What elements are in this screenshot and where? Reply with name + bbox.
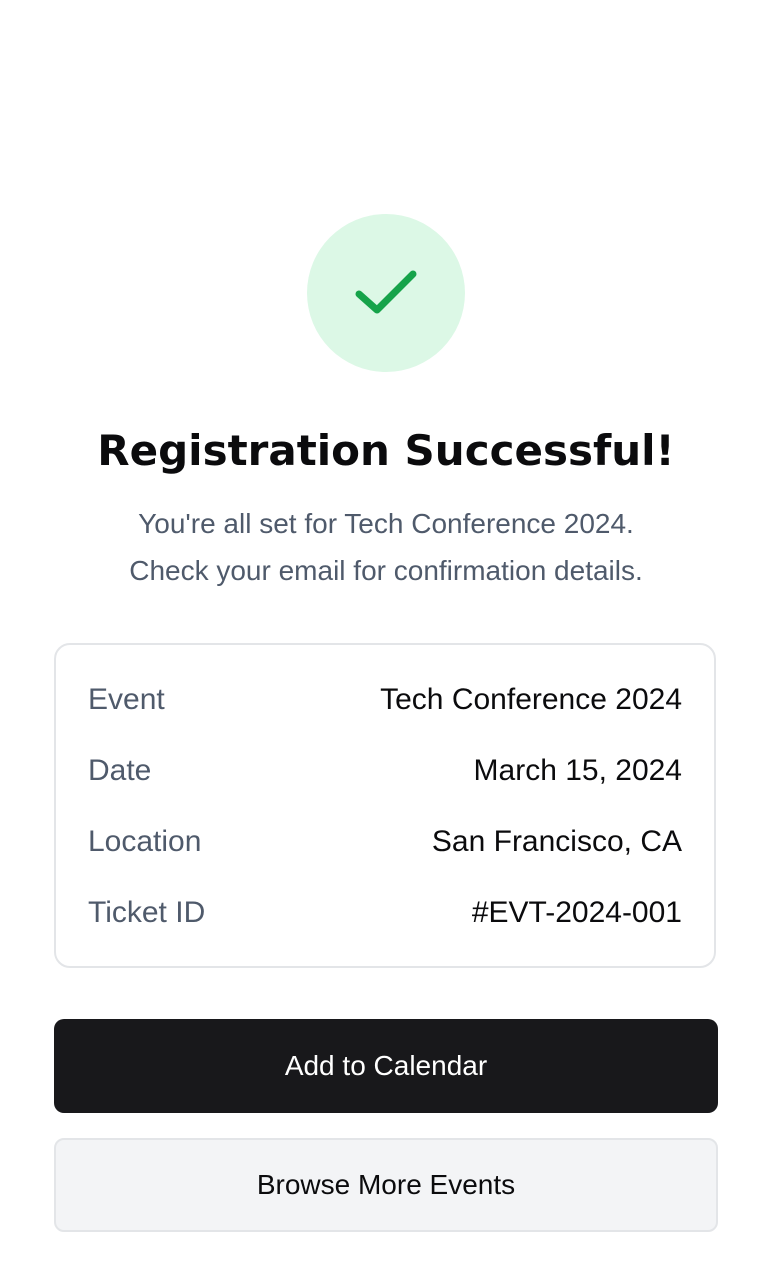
detail-row-location: Location San Francisco, CA	[88, 822, 682, 862]
success-badge	[307, 214, 465, 372]
detail-row-date: Date March 15, 2024	[88, 751, 682, 791]
registration-details-card: Event Tech Conference 2024 Date March 15…	[54, 643, 716, 968]
detail-value: San Francisco, CA	[431, 825, 682, 858]
detail-label: Ticket ID	[88, 896, 206, 929]
detail-value: Tech Conference 2024	[380, 683, 682, 716]
detail-row-event: Event Tech Conference 2024	[88, 680, 682, 720]
detail-value: March 15, 2024	[473, 754, 682, 787]
detail-value: #EVT-2024-001	[471, 896, 682, 929]
checkmark-icon	[355, 270, 417, 314]
detail-label: Location	[88, 825, 202, 858]
browse-more-events-button[interactable]: Browse More Events	[54, 1138, 718, 1232]
detail-label: Date	[88, 754, 152, 787]
confirmation-message: You're all set for Tech Conference 2024.…	[40, 500, 732, 594]
detail-row-ticket-id: Ticket ID #EVT-2024-001	[88, 893, 682, 933]
page-title: Registration Successful!	[97, 426, 675, 475]
confirmation-message-line-1: You're all set for Tech Conference 2024.	[138, 508, 634, 539]
registration-success-screen: Registration Successful! You're all set …	[0, 0, 772, 1280]
add-to-calendar-button[interactable]: Add to Calendar	[54, 1019, 718, 1113]
detail-label: Event	[88, 683, 165, 716]
confirmation-message-line-2: Check your email for confirmation detail…	[129, 555, 643, 586]
